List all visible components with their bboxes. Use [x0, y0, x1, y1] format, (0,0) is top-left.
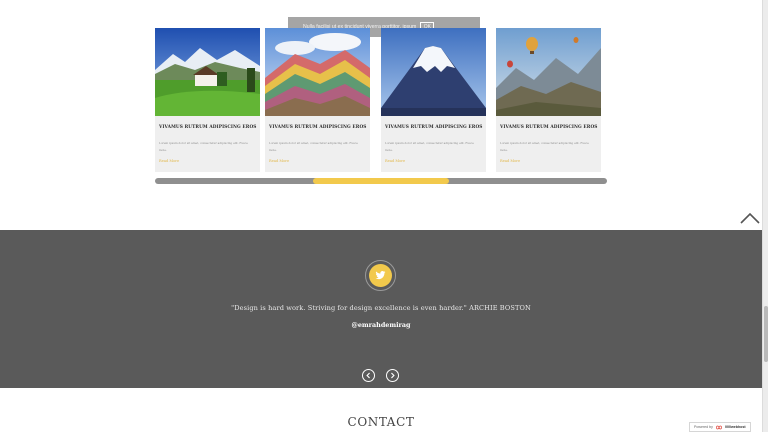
- card-excerpt: Lorem ipsum dolor sit amet, consectetur …: [500, 141, 589, 152]
- blog-card[interactable]: VIVAMUS RUTRUM ADIPISCING EROS Lorem ips…: [496, 28, 601, 172]
- page-scrollbar[interactable]: [762, 0, 768, 432]
- chevron-right-icon: [391, 372, 395, 379]
- webhost-logo-icon: [716, 425, 722, 429]
- card-excerpt: Lorem ipsum dolor sit amet, consectetur …: [159, 141, 248, 152]
- card-title: VIVAMUS RUTRUM ADIPISCING EROS: [159, 125, 257, 130]
- twitter-icon[interactable]: [369, 264, 392, 287]
- testimonial-section: "Design is hard work. Striving for desig…: [0, 230, 762, 388]
- page-scrollbar-thumb[interactable]: [764, 306, 768, 362]
- card-title: VIVAMUS RUTRUM ADIPISCING EROS: [500, 125, 598, 130]
- next-button[interactable]: [386, 369, 399, 382]
- card-image-snow-volcano[interactable]: [381, 28, 486, 116]
- testimonial-quote: "Design is hard work. Striving for desig…: [231, 304, 531, 312]
- contact-heading: CONTACT: [347, 415, 415, 429]
- previous-button[interactable]: [362, 369, 375, 382]
- blog-carousel: VIVAMUS RUTRUM ADIPISCING EROS Lorem ips…: [155, 28, 607, 172]
- card-excerpt: Lorem ipsum dolor sit amet, consectetur …: [269, 141, 358, 152]
- blog-card[interactable]: VIVAMUS RUTRUM ADIPISCING EROS Lorem ips…: [265, 28, 370, 172]
- card-image-hot-air-balloons[interactable]: [496, 28, 601, 116]
- powered-brand: 000webhost: [724, 425, 746, 429]
- card-title: VIVAMUS RUTRUM ADIPISCING EROS: [269, 125, 367, 130]
- card-read-more-link[interactable]: Read More: [381, 155, 486, 163]
- powered-label: Powered by: [694, 425, 713, 429]
- scroll-to-top-icon[interactable]: [740, 212, 760, 224]
- card-read-more-link[interactable]: Read More: [496, 155, 601, 163]
- card-image-rainbow-mountain[interactable]: [265, 28, 370, 116]
- blog-card[interactable]: VIVAMUS RUTRUM ADIPISCING EROS Lorem ips…: [155, 28, 260, 172]
- card-excerpt: Lorem ipsum dolor sit amet, consectetur …: [385, 141, 474, 152]
- carousel-scrollbar-thumb[interactable]: [313, 177, 449, 184]
- card-read-more-link[interactable]: Read More: [155, 155, 260, 163]
- chevron-left-icon: [366, 372, 370, 379]
- card-title: VIVAMUS RUTRUM ADIPISCING EROS: [385, 125, 483, 130]
- card-read-more-link[interactable]: Read More: [265, 155, 370, 163]
- card-image-alpine-meadow[interactable]: [155, 28, 260, 116]
- testimonial-handle[interactable]: @emrahdemirag: [0, 321, 762, 329]
- blog-card[interactable]: VIVAMUS RUTRUM ADIPISCING EROS Lorem ips…: [381, 28, 486, 172]
- powered-by-badge[interactable]: Powered by 000webhost: [689, 422, 751, 432]
